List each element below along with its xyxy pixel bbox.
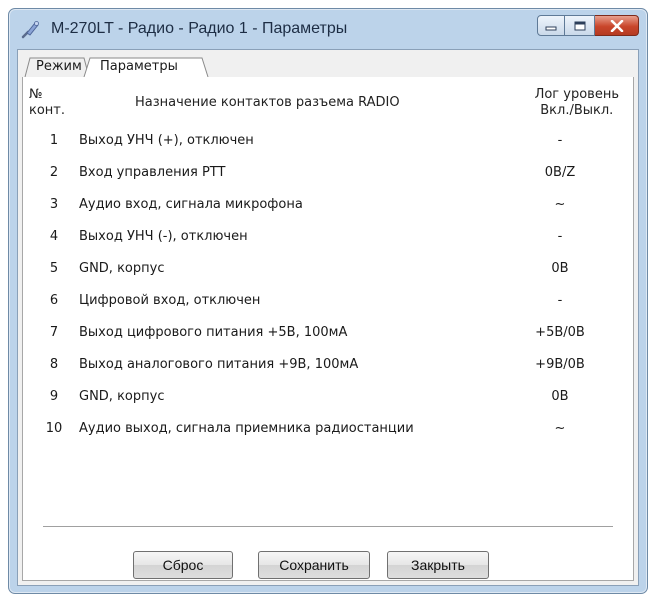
contact-description: Цифровой вход, отключен (79, 293, 261, 308)
contact-description: Выход цифрового питания +5В, 100мА (79, 325, 348, 340)
minimize-button[interactable] (537, 15, 565, 36)
app-icon (21, 19, 41, 39)
table-row: 1 Выход УНЧ (+), отключен - (23, 133, 633, 157)
contact-level: 0В (551, 261, 569, 276)
table-row: 4 Выход УНЧ (-), отключен - (23, 229, 633, 253)
parameters-panel: № конт. Назначение контактов разъема RAD… (22, 77, 634, 581)
table-row: 5 GND, корпус 0В (23, 261, 633, 285)
contact-description: Выход УНЧ (+), отключен (79, 133, 254, 148)
table-row: 8 Выход аналогового питания +9В, 100мА +… (23, 357, 633, 381)
table-row: 2 Вход управления PTT 0В/Z (23, 165, 633, 189)
contact-number: 9 (49, 389, 59, 404)
contact-level: +9В/0В (535, 357, 585, 372)
contact-number: 7 (49, 325, 59, 340)
contact-number: 4 (49, 229, 59, 244)
tab-parametry[interactable]: Параметры (100, 59, 178, 74)
minimize-icon (545, 26, 557, 30)
contact-level: - (557, 293, 563, 308)
table-row: 9 GND, корпус 0В (23, 389, 633, 413)
contact-number: 5 (49, 261, 59, 276)
contact-number: 8 (49, 357, 59, 372)
separator-line (43, 526, 613, 528)
header-num-line2: конт. (29, 103, 66, 118)
contact-level: ~ (554, 197, 566, 212)
contact-level: +5В/0В (535, 325, 585, 340)
contact-description: Аудио выход, сигнала приемника радиостан… (79, 421, 414, 436)
contact-description: Выход аналогового питания +9В, 100мА (79, 357, 359, 372)
column-header-number: № конт. (29, 87, 65, 119)
contact-level: 0В (551, 389, 569, 404)
close-window-button[interactable] (595, 15, 639, 36)
contact-level: - (557, 229, 563, 244)
contact-level: 0В/Z (544, 165, 576, 180)
dialog-window: M-270LT - Радио - Радио 1 - Параметры Ре… (8, 8, 648, 594)
contact-number: 10 (45, 421, 63, 436)
contact-description: Выход УНЧ (-), отключен (79, 229, 248, 244)
contact-description: GND, корпус (79, 261, 165, 276)
window-title: M-270LT - Радио - Радио 1 - Параметры (51, 20, 348, 37)
contact-number: 3 (49, 197, 59, 212)
maximize-button[interactable] (565, 15, 595, 36)
reset-button[interactable]: Сброс (133, 551, 233, 579)
save-button[interactable]: Сохранить (258, 551, 370, 579)
header-level-line1: Лог уровень (534, 87, 619, 102)
contact-description: Аудио вход, сигнала микрофона (79, 197, 303, 212)
header-level-line2: Вкл./Выкл. (540, 103, 614, 118)
column-header-description: Назначение контактов разъема RADIO (135, 95, 400, 110)
table-row: 3 Аудио вход, сигнала микрофона ~ (23, 197, 633, 221)
contact-level: - (557, 133, 563, 148)
table-row: 10 Аудио выход, сигнала приемника радиос… (23, 421, 633, 445)
tab-rezhim[interactable]: Режим (36, 59, 82, 74)
close-button[interactable]: Закрыть (387, 551, 489, 579)
contact-number: 6 (49, 293, 59, 308)
contact-number: 2 (49, 165, 59, 180)
title-bar[interactable]: M-270LT - Радио - Радио 1 - Параметры (9, 9, 647, 49)
maximize-icon (574, 21, 585, 30)
contact-number: 1 (49, 133, 59, 148)
close-icon (610, 19, 623, 32)
contact-description: GND, корпус (79, 389, 165, 404)
contact-description: Вход управления PTT (79, 165, 226, 180)
contact-level: ~ (554, 421, 566, 436)
header-num-line1: № (29, 87, 43, 102)
dialog-client-area: Режим Параметры № конт. Назначение конта… (17, 49, 639, 586)
table-row: 7 Выход цифрового питания +5В, 100мА +5В… (23, 325, 633, 349)
column-header-level: Лог уровень Вкл./Выкл. (535, 87, 619, 119)
table-row: 6 Цифровой вход, отключен - (23, 293, 633, 317)
